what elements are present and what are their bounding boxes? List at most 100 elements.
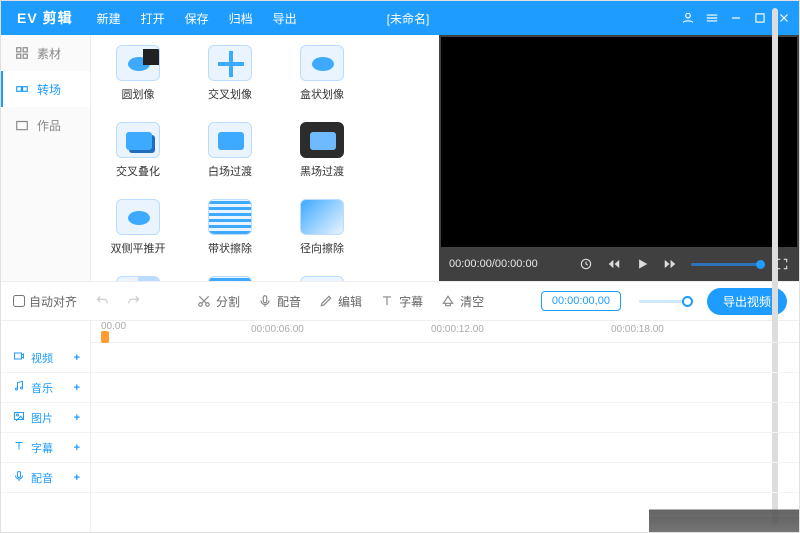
transition-panel: 圆划像 交叉划像 盒状划像交叉叠化 白场过渡 黑场过渡双侧平推开带状擦除 径向擦除 [91, 35, 439, 281]
transition-item[interactable]: 交叉划像 [199, 45, 261, 102]
tool-dub[interactable]: 配音 [258, 293, 301, 310]
menu-archive[interactable]: 归档 [219, 10, 263, 27]
transition-item[interactable]: 圆划像 [107, 45, 169, 102]
zoom-slider[interactable] [639, 300, 689, 303]
track-header-image[interactable]: 图片+ [1, 403, 90, 433]
cut-icon [197, 294, 211, 308]
text-icon [380, 294, 394, 308]
transition-thumb [208, 122, 252, 158]
transition-label: 盒状划像 [300, 86, 344, 102]
transition-thumb [116, 199, 160, 235]
sidebar-item-transition[interactable]: 转场 [1, 71, 90, 107]
track-header-video[interactable]: 视频+ [1, 343, 90, 373]
close-icon[interactable] [777, 11, 791, 25]
redo-button[interactable] [127, 294, 141, 308]
preview-pane: 00:00:00/00:00:00 [439, 35, 799, 281]
rewind-icon[interactable] [607, 257, 621, 271]
tool-edit[interactable]: 编辑 [319, 293, 362, 310]
preview-controls: 00:00:00/00:00:00 [439, 247, 799, 281]
transition-item[interactable]: 双侧平推开 [107, 199, 169, 256]
transition-item[interactable]: 交叉叠化 [107, 122, 169, 179]
menu-open[interactable]: 打开 [131, 10, 175, 27]
transition-thumb [300, 199, 344, 235]
transition-label: 带状擦除 [208, 240, 252, 256]
menu-export[interactable]: 导出 [263, 10, 307, 27]
sidebar-item-material[interactable]: 素材 [1, 35, 90, 71]
forward-icon[interactable] [663, 257, 677, 271]
transition-thumb [300, 45, 344, 81]
settings-icon[interactable] [705, 11, 719, 25]
add-track-button[interactable]: + [74, 352, 80, 364]
transition-item[interactable]: 径向擦除 [291, 199, 353, 256]
document-title: [未命名] [387, 10, 430, 27]
play-icon[interactable] [635, 257, 649, 271]
transition-thumb [208, 45, 252, 81]
transition-thumb [116, 122, 160, 158]
timecode-display: 00:00:00,00 [541, 291, 621, 311]
undo-button[interactable] [95, 294, 109, 308]
transition-item[interactable]: 带状擦除 [199, 199, 261, 256]
transition-label: 径向擦除 [300, 240, 344, 256]
transition-item[interactable] [291, 276, 353, 281]
transition-label: 交叉叠化 [116, 163, 160, 179]
transition-thumb [116, 276, 160, 281]
add-track-button[interactable]: + [74, 442, 80, 454]
time-ruler[interactable]: 00.00 00:00:06.0000:00:12.0000:00:18.00 [91, 321, 799, 343]
transition-thumb [208, 276, 252, 281]
timeline: 视频+音乐+图片+字幕+配音+ 00.00 00:00:06.0000:00:1… [1, 321, 799, 532]
main-menu: 新建 打开 保存 归档 导出 [87, 10, 307, 27]
text-icon [13, 440, 25, 455]
auto-align-toggle[interactable]: 自动对齐 [13, 293, 77, 310]
sidebar-item-label: 作品 [37, 117, 61, 134]
timeline-toolbar: 自动对齐 分割 配音 编辑 字幕 清空 00:00:00,00 导出视频 [1, 281, 799, 321]
transition-label: 圆划像 [122, 86, 155, 102]
transition-label: 黑场过渡 [300, 163, 344, 179]
add-track-button[interactable]: + [74, 412, 80, 424]
titlebar: EV 剪辑 新建 打开 保存 归档 导出 [未命名] [1, 1, 799, 35]
ruler-tick: 00:00:06.00 [251, 324, 304, 335]
track-headers: 视频+音乐+图片+字幕+配音+ [1, 321, 91, 532]
track-area[interactable]: 00.00 00:00:06.0000:00:12.0000:00:18.00 [91, 321, 799, 532]
ruler-tick: 00:00:12.00 [431, 324, 484, 335]
mic-icon [13, 470, 25, 485]
music-icon [13, 380, 25, 395]
transition-item[interactable]: 白场过渡 [199, 122, 261, 179]
transition-thumb [208, 199, 252, 235]
maximize-icon[interactable] [753, 11, 767, 25]
menu-new[interactable]: 新建 [87, 10, 131, 27]
add-track-button[interactable]: + [74, 472, 80, 484]
track-header-mic[interactable]: 配音+ [1, 463, 90, 493]
transition-item[interactable]: 盒状划像 [291, 45, 353, 102]
tool-clear[interactable]: 清空 [441, 293, 484, 310]
add-track-button[interactable]: + [74, 382, 80, 394]
playhead-marker[interactable] [101, 331, 109, 343]
transition-item[interactable]: 黑场过渡 [291, 122, 353, 179]
sidebar-item-label: 转场 [37, 81, 61, 98]
sidebar-item-label: 素材 [37, 45, 61, 62]
volume-slider[interactable] [691, 263, 761, 266]
user-icon[interactable] [681, 11, 695, 25]
transition-thumb [116, 45, 160, 81]
transition-label: 交叉划像 [208, 86, 252, 102]
transition-thumb [300, 276, 344, 281]
mic-icon [258, 294, 272, 308]
menu-save[interactable]: 保存 [175, 10, 219, 27]
waveform-thumbnail [649, 482, 799, 532]
sidebar-item-works[interactable]: 作品 [1, 107, 90, 143]
track-header-text[interactable]: 字幕+ [1, 433, 90, 463]
ruler-tick: 00:00:18.00 [611, 324, 664, 335]
tool-split[interactable]: 分割 [197, 293, 240, 310]
preview-screen[interactable] [441, 37, 797, 247]
transition-item[interactable] [199, 276, 261, 281]
sidebar: 素材 转场 作品 [1, 35, 91, 281]
video-icon [13, 350, 25, 365]
track-header-music[interactable]: 音乐+ [1, 373, 90, 403]
transition-thumb [300, 122, 344, 158]
preview-time: 00:00:00/00:00:00 [449, 258, 538, 270]
tool-subtitle[interactable]: 字幕 [380, 293, 423, 310]
transition-item[interactable] [107, 276, 169, 281]
minimize-icon[interactable] [729, 11, 743, 25]
transition-label: 白场过渡 [208, 163, 252, 179]
loop-icon[interactable] [579, 257, 593, 271]
clear-icon [441, 294, 455, 308]
